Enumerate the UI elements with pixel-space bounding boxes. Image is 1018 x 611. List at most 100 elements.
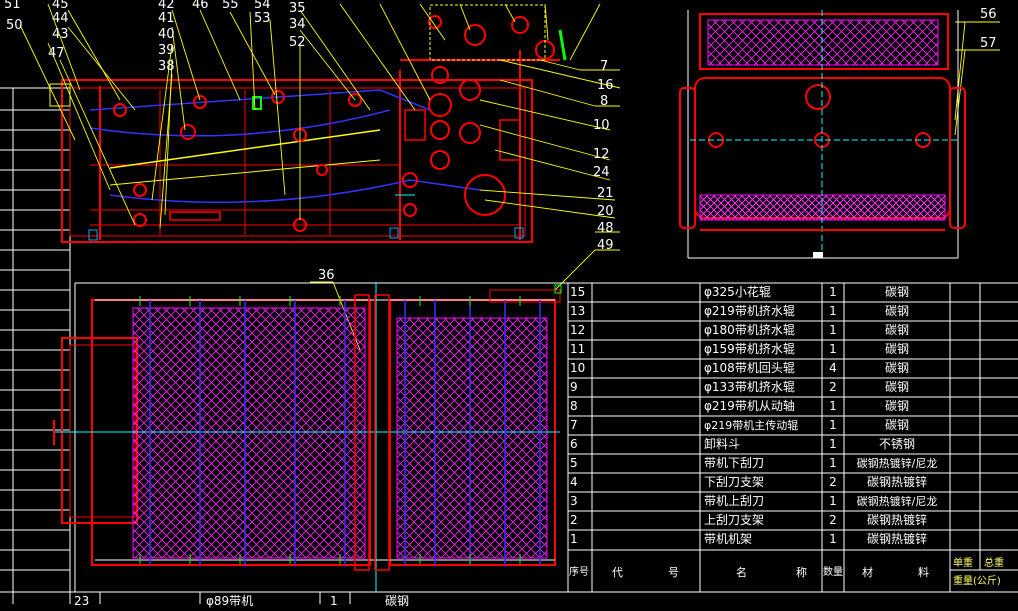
callout-8: 8 bbox=[600, 94, 609, 109]
callout-36: 36 bbox=[318, 268, 335, 283]
bom-name: 卸料斗 bbox=[704, 437, 741, 451]
bom-qty: 1 bbox=[829, 456, 837, 470]
bom-material: 碳钢 bbox=[884, 380, 909, 394]
callout-52: 52 bbox=[289, 35, 306, 50]
bom-material: 碳钢 bbox=[884, 304, 909, 318]
plan-view bbox=[53, 282, 568, 592]
callout-46: 46 bbox=[192, 0, 209, 12]
bom-name: φ180带机挤水辊 bbox=[704, 323, 795, 337]
bom-name: 带机下刮刀 bbox=[704, 456, 765, 470]
callout-50: 50 bbox=[6, 18, 23, 33]
bom-qty: 1 bbox=[829, 399, 837, 413]
header-code-2: 号 bbox=[668, 566, 679, 579]
bom-material: 碳钢热镀锌 bbox=[866, 532, 927, 546]
callout-48: 48 bbox=[597, 221, 614, 236]
elevation-view bbox=[49, 4, 567, 243]
bom-no: 6 bbox=[570, 437, 578, 451]
callout-42: 42 bbox=[158, 0, 175, 12]
bom-name: 带机上刮刀 bbox=[704, 494, 765, 508]
bom-name: φ89带机 bbox=[206, 594, 254, 608]
callout-38: 38 bbox=[158, 59, 175, 74]
bom-name: φ159带机挤水辊 bbox=[704, 342, 795, 356]
header-unit-weight: 单重 bbox=[953, 558, 973, 569]
bom-name: φ219带机从动轴 bbox=[704, 399, 795, 413]
callout-49: 49 bbox=[597, 238, 614, 253]
bom-no: 4 bbox=[570, 475, 578, 489]
callout-34: 34 bbox=[289, 17, 306, 32]
callout-57: 57 bbox=[980, 36, 997, 51]
bom-material: 碳钢 bbox=[884, 399, 909, 413]
bom-qty: 2 bbox=[829, 475, 837, 489]
bom-qty: 1 bbox=[829, 323, 837, 337]
bom-qty: 2 bbox=[829, 513, 837, 527]
bom-material: 碳钢 bbox=[884, 418, 909, 432]
bom-name: φ219带机主传动辊 bbox=[704, 419, 799, 432]
callout-7: 7 bbox=[600, 59, 609, 74]
bom-no: 3 bbox=[570, 494, 578, 508]
header-code-1: 代 bbox=[612, 566, 623, 579]
header-name-1: 名 bbox=[736, 566, 747, 579]
header-weight-unit: 重量(公斤) bbox=[953, 576, 1001, 587]
bom-material: 碳钢 bbox=[385, 594, 410, 608]
bom-qty: 1 bbox=[829, 342, 837, 356]
bom-name: 下刮刀支架 bbox=[704, 475, 765, 489]
callout-41: 41 bbox=[158, 11, 175, 26]
bom-name: φ325小花辊 bbox=[704, 285, 771, 299]
callout-45: 45 bbox=[52, 0, 69, 12]
bom-no: 7 bbox=[570, 418, 578, 432]
bom-material: 碳钢 bbox=[884, 323, 909, 337]
callout-24: 24 bbox=[593, 165, 610, 180]
header-total-weight: 总重 bbox=[984, 558, 1004, 569]
bom-qty: 1 bbox=[829, 418, 837, 432]
bom-no: 2 bbox=[570, 513, 578, 527]
callout-54: 54 bbox=[254, 0, 271, 12]
bom-name: φ219带机挤水辊 bbox=[704, 304, 795, 318]
bom-qty: 1 bbox=[829, 532, 837, 546]
bom-material: 碳钢 bbox=[884, 361, 909, 375]
bom-name: 带机机架 bbox=[704, 532, 753, 546]
callout-43: 43 bbox=[52, 27, 69, 42]
bom-qty: 1 bbox=[829, 494, 837, 508]
bom-material: 不锈钢 bbox=[878, 437, 915, 451]
bom-no: 9 bbox=[570, 380, 578, 394]
bom-no: 11 bbox=[570, 342, 586, 356]
bom-no: 23 bbox=[74, 594, 90, 608]
header-seq: 序号 bbox=[569, 567, 589, 578]
header-qty: 数量 bbox=[823, 567, 843, 578]
bom-no: 13 bbox=[570, 304, 586, 318]
header-mat-2: 料 bbox=[918, 566, 929, 579]
callout-47: 47 bbox=[48, 46, 65, 61]
bom-material: 碳钢热镀锌/尼龙 bbox=[856, 495, 938, 508]
bom-material: 碳钢 bbox=[884, 285, 909, 299]
bom-qty: 1 bbox=[829, 285, 837, 299]
bom-qty: 1 bbox=[829, 304, 837, 318]
bom-material: 碳钢热镀锌 bbox=[866, 475, 927, 489]
bom-no: 8 bbox=[570, 399, 578, 413]
callout-39: 39 bbox=[158, 43, 175, 58]
bom-no: 12 bbox=[570, 323, 586, 337]
header-name-2: 称 bbox=[796, 566, 807, 579]
callout-51: 51 bbox=[4, 0, 21, 12]
bom-no: 1 bbox=[570, 532, 578, 546]
bom-no: 5 bbox=[570, 456, 578, 470]
callout-16: 16 bbox=[597, 78, 614, 93]
callout-10: 10 bbox=[593, 118, 610, 133]
callout-56: 56 bbox=[980, 7, 997, 22]
callout-20: 20 bbox=[597, 204, 614, 219]
bom-name: φ133带机挤水辊 bbox=[704, 380, 795, 394]
bom-material: 碳钢热镀锌 bbox=[866, 513, 927, 527]
bom-qty: 2 bbox=[829, 380, 837, 394]
bom-qty: 1 bbox=[829, 437, 837, 451]
callout-40: 40 bbox=[158, 27, 175, 42]
bom-no: 10 bbox=[570, 361, 586, 375]
callout-44: 44 bbox=[52, 11, 69, 26]
callout-53: 53 bbox=[254, 11, 271, 26]
bom-name: φ108带机回头辊 bbox=[704, 361, 795, 375]
callout-21: 21 bbox=[597, 186, 614, 201]
bom-qty: 4 bbox=[829, 361, 837, 375]
side-view bbox=[679, 10, 966, 259]
callout-35: 35 bbox=[289, 1, 306, 16]
bom-qty: 1 bbox=[330, 594, 338, 608]
callout-12: 12 bbox=[593, 147, 610, 162]
header-mat-1: 材 bbox=[862, 566, 873, 579]
